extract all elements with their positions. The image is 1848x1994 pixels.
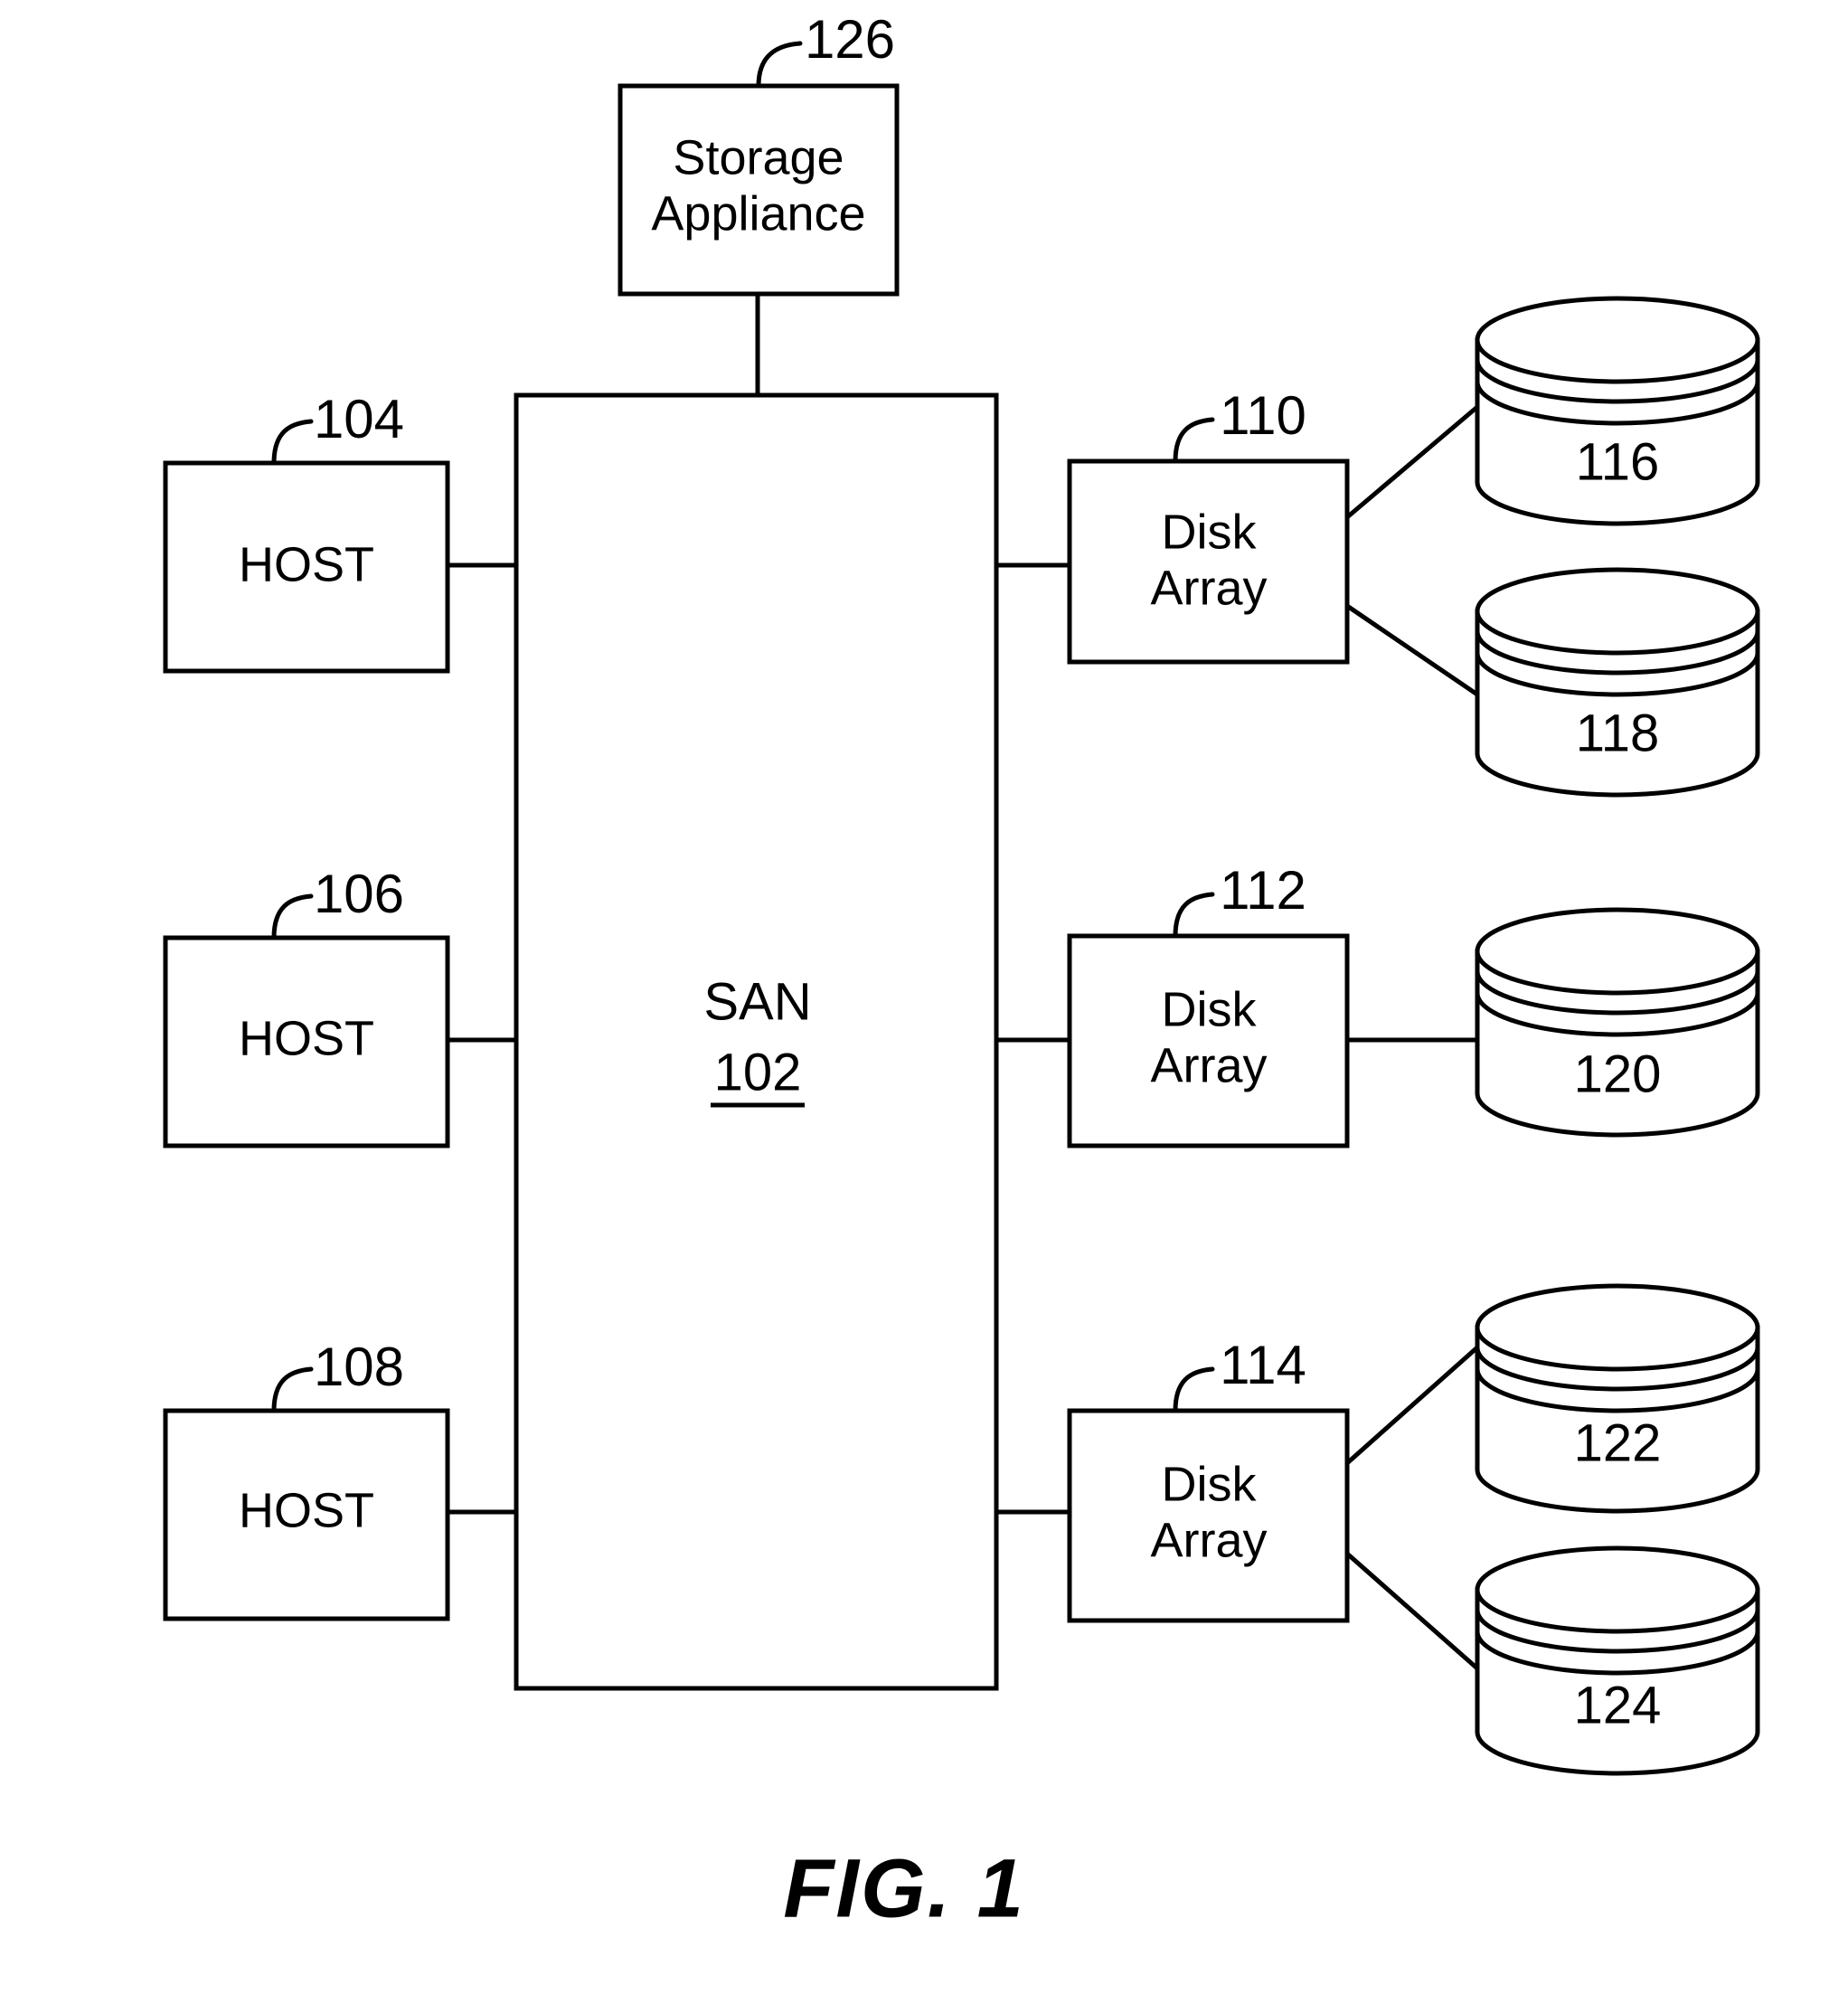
connector-array-114-to-disk-124	[1345, 1552, 1479, 1670]
disk-124-ref-number: 124	[1574, 1676, 1662, 1734]
disk-122-top	[1475, 1283, 1760, 1372]
disk-cylinder-122[interactable]: 122	[1475, 1283, 1760, 1514]
ref-number-104: 104	[314, 389, 404, 449]
ref-number-108: 108	[314, 1337, 404, 1397]
disk-116-top	[1475, 296, 1760, 384]
disk-array-label-114-line2: Array	[1150, 1513, 1267, 1567]
ref-number-114: 114	[1220, 1335, 1306, 1395]
leader-line-106	[271, 893, 314, 940]
ref-number-112: 112	[1220, 860, 1306, 921]
ref-number-106: 106	[314, 864, 404, 924]
disk-array-node-110[interactable]: Disk Array 110	[1067, 385, 1350, 665]
storage-appliance-node[interactable]: Storage Appliance 126	[618, 9, 900, 297]
diagram-canvas: SAN 102 Storage Appliance 126 HOST 104 H…	[163, 9, 1760, 1934]
disk-array-label-110-line2: Array	[1150, 561, 1267, 615]
patent-figure: SAN 102 Storage Appliance 126 HOST 104 H…	[0, 0, 1848, 1994]
host-label-108: HOST	[239, 1483, 374, 1537]
ref-number-110: 110	[1220, 385, 1306, 446]
disk-cylinder-118[interactable]: 118	[1475, 567, 1760, 798]
disk-124-top	[1475, 1545, 1760, 1634]
disk-cylinder-124[interactable]: 124	[1475, 1545, 1760, 1776]
disk-array-node-114[interactable]: Disk Array 114	[1067, 1335, 1350, 1623]
connector-array-110-to-disk-116	[1345, 405, 1479, 519]
leader-line-112	[1173, 892, 1215, 939]
leader-line-110	[1173, 417, 1215, 464]
figure-caption: FIG. 1	[783, 1842, 1025, 1934]
san-ref-number: 102	[714, 1043, 802, 1101]
disk-cylinder-116[interactable]: 116	[1475, 296, 1760, 526]
disk-118-top	[1475, 567, 1760, 656]
ref-number-126: 126	[805, 9, 895, 70]
disk-array-node-112[interactable]: Disk Array 112	[1067, 860, 1350, 1148]
storage-appliance-label-line1: Storage	[673, 130, 844, 184]
host-node-104[interactable]: HOST 104	[163, 389, 450, 674]
leader-line-114	[1173, 1366, 1215, 1413]
disk-118-ref-number: 118	[1576, 704, 1659, 762]
leader-line-126	[756, 41, 803, 89]
disk-cylinder-120[interactable]: 120	[1475, 907, 1760, 1138]
disk-array-label-110-line1: Disk	[1162, 505, 1258, 559]
leader-line-108	[271, 1366, 314, 1413]
disk-array-label-112-line2: Array	[1150, 1038, 1267, 1092]
disk-array-label-114-line1: Disk	[1162, 1457, 1258, 1511]
storage-appliance-label-line2: Appliance	[651, 186, 865, 241]
disk-122-ref-number: 122	[1574, 1413, 1662, 1472]
host-node-106[interactable]: HOST 106	[163, 864, 450, 1148]
disk-array-label-112-line1: Disk	[1162, 982, 1258, 1036]
host-label-106: HOST	[239, 1011, 374, 1065]
connector-array-114-to-disk-122	[1345, 1346, 1479, 1465]
leader-line-104	[271, 419, 314, 466]
disk-120-ref-number: 120	[1574, 1044, 1662, 1103]
disk-120-top	[1475, 907, 1760, 996]
disk-116-ref-number: 116	[1576, 432, 1659, 491]
host-label-104: HOST	[239, 537, 374, 591]
connector-array-110-to-disk-118	[1345, 603, 1479, 697]
san-node[interactable]: SAN 102	[514, 392, 999, 1691]
san-box[interactable]	[514, 392, 999, 1691]
host-node-108[interactable]: HOST 108	[163, 1337, 450, 1621]
san-label: SAN	[703, 972, 811, 1031]
